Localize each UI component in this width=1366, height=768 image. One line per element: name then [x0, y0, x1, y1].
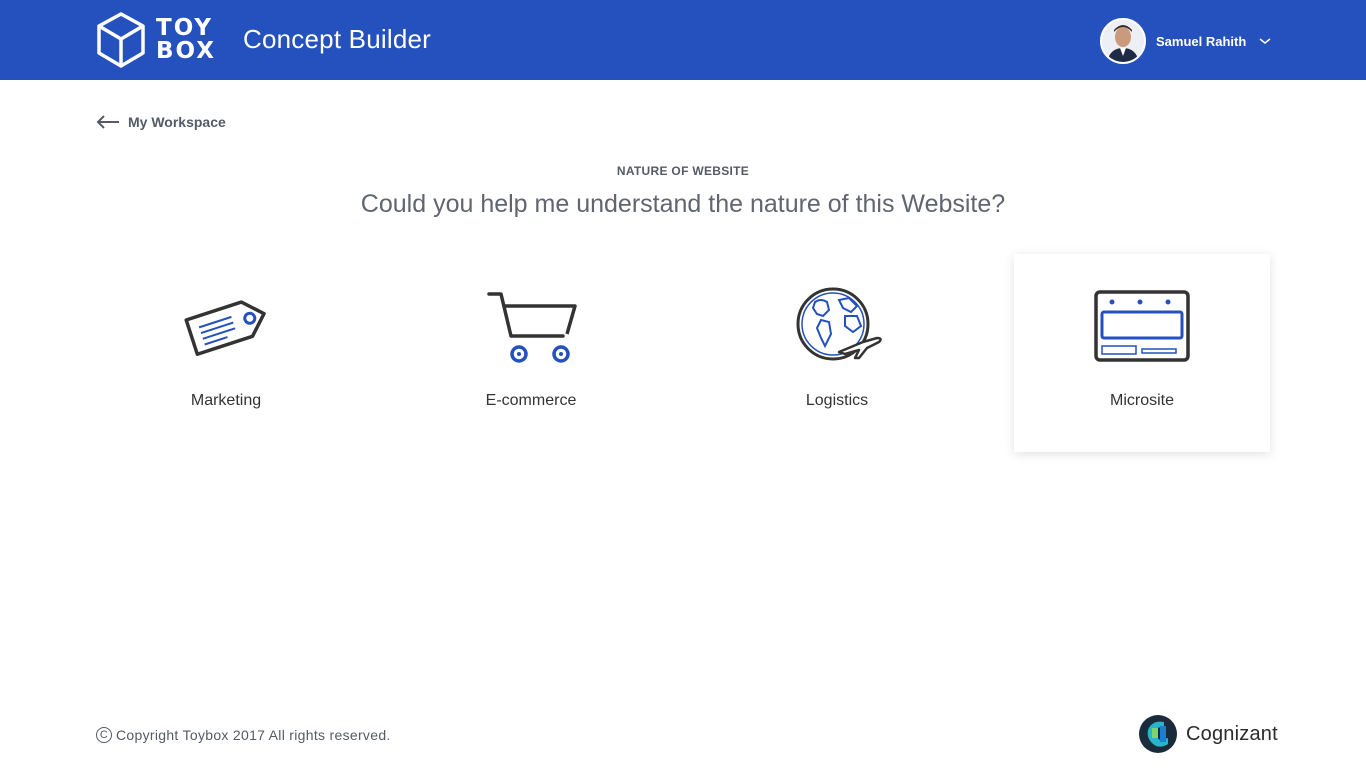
- user-menu[interactable]: Samuel Rahith: [1100, 18, 1272, 64]
- app-title: Concept Builder: [243, 24, 431, 54]
- copyright-text: Copyright Toybox 2017 All rights reserve…: [116, 727, 391, 743]
- back-to-workspace-link[interactable]: My Workspace: [96, 112, 226, 132]
- option-logistics[interactable]: Logistics: [709, 254, 965, 452]
- page-question: Could you help me understand the nature …: [360, 190, 1006, 218]
- copyright: C Copyright Toybox 2017 All rights reser…: [96, 727, 391, 743]
- back-label[interactable]: My Workspace: [128, 114, 226, 130]
- cognizant-logo: Cognizant: [1138, 714, 1278, 754]
- option-label: Logistics: [805, 392, 869, 409]
- section-eyebrow: NATURE OF WEBSITE: [616, 164, 750, 178]
- avatar[interactable]: [1100, 18, 1146, 64]
- user-photo-icon: [1102, 20, 1144, 62]
- toybox-logo[interactable]: TOY BOX: [96, 10, 216, 70]
- user-name[interactable]: Samuel Rahith: [1156, 34, 1246, 49]
- logo-wordmark: TOY BOX: [156, 17, 216, 63]
- option-ecommerce[interactable]: E-commerce: [403, 254, 659, 452]
- browser-window-icon: [1094, 290, 1190, 362]
- price-tag-icon: [184, 300, 266, 356]
- option-label: Microsite: [1109, 392, 1174, 409]
- copyright-icon: C: [96, 727, 112, 743]
- cognizant-mark-icon: [1139, 715, 1177, 753]
- option-label: Marketing: [190, 392, 262, 409]
- globe-plane-icon: [796, 287, 882, 361]
- partner-name: Cognizant: [1186, 722, 1278, 745]
- cube-icon: [97, 12, 145, 68]
- arrow-left-icon: [96, 115, 119, 129]
- option-marketing[interactable]: Marketing: [98, 254, 354, 452]
- top-bar: TOY BOX Concept Builder Samuel Rahith: [0, 0, 1366, 80]
- option-microsite[interactable]: Microsite: [1014, 254, 1270, 452]
- logo-line-toy: TOY: [156, 15, 214, 41]
- logo-line-box: BOX: [156, 38, 216, 64]
- shopping-cart-icon: [487, 292, 577, 363]
- option-label: E-commerce: [485, 392, 577, 409]
- chevron-down-icon[interactable]: [1258, 36, 1272, 46]
